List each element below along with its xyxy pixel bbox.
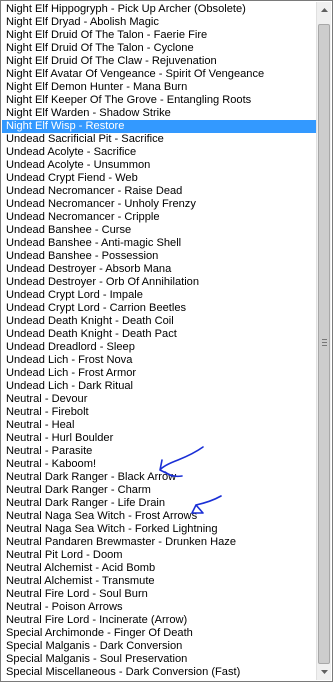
list-item[interactable]: Neutral - Hurl Boulder: [2, 432, 317, 445]
arrow-up-icon: [320, 8, 328, 12]
vertical-scrollbar[interactable]: [316, 2, 331, 680]
list-item[interactable]: Neutral - Parasite: [2, 445, 317, 458]
list-item[interactable]: Undead Acolyte - Sacrifice: [2, 146, 317, 159]
list-item[interactable]: Special Archimonde - Finger Of Death: [2, 627, 317, 640]
list-item[interactable]: Night Elf Druid Of The Talon - Faerie Fi…: [2, 29, 317, 42]
list-item[interactable]: Undead Lich - Dark Ritual: [2, 380, 317, 393]
thumb-grip: [322, 342, 327, 343]
list-item[interactable]: Undead Necromancer - Unholy Frenzy: [2, 198, 317, 211]
list-item[interactable]: Undead Sacrificial Pit - Sacrifice: [2, 133, 317, 146]
list-item[interactable]: Neutral Naga Sea Witch - Forked Lightnin…: [2, 523, 317, 536]
list-item[interactable]: Neutral Fire Lord - Incinerate (Arrow): [2, 614, 317, 627]
list-item[interactable]: Neutral - Heal: [2, 419, 317, 432]
list-item[interactable]: Night Elf Druid Of The Talon - Cyclone: [2, 42, 317, 55]
list-item[interactable]: Neutral - Kaboom!: [2, 458, 317, 471]
list-item[interactable]: Undead Banshee - Curse: [2, 224, 317, 237]
list-item[interactable]: Undead Banshee - Anti-magic Shell: [2, 237, 317, 250]
list-item[interactable]: Night Elf Druid Of The Claw - Rejuvenati…: [2, 55, 317, 68]
list-item[interactable]: Undead Lich - Frost Nova: [2, 354, 317, 367]
list-item[interactable]: Neutral Alchemist - Transmute: [2, 575, 317, 588]
ability-listbox[interactable]: Night Elf Hippogryph - Pick Up Archer (O…: [0, 0, 333, 682]
ability-list[interactable]: Night Elf Hippogryph - Pick Up Archer (O…: [2, 3, 317, 680]
list-item[interactable]: Undead Crypt Lord - Impale: [2, 289, 317, 302]
list-item[interactable]: Neutral Pit Lord - Doom: [2, 549, 317, 562]
scroll-down-button[interactable]: [317, 664, 331, 680]
list-item[interactable]: Undead Acolyte - Unsummon: [2, 159, 317, 172]
list-item[interactable]: Night Elf Keeper Of The Grove - Entangli…: [2, 94, 317, 107]
list-item[interactable]: Undead Banshee - Possession: [2, 250, 317, 263]
thumb-grip: [322, 345, 327, 346]
list-item[interactable]: Undead Dreadlord - Sleep: [2, 341, 317, 354]
thumb-grip: [322, 339, 327, 340]
list-item[interactable]: Neutral Fire Lord - Soul Burn: [2, 588, 317, 601]
scrollbar-thumb[interactable]: [318, 24, 330, 664]
list-item[interactable]: Special Malganis - Dark Conversion: [2, 640, 317, 653]
list-item[interactable]: Neutral Pandaren Brewmaster - Drunken Ha…: [2, 536, 317, 549]
list-item[interactable]: Night Elf Dryad - Abolish Magic: [2, 16, 317, 29]
list-item[interactable]: Undead Crypt Lord - Carrion Beetles: [2, 302, 317, 315]
list-item[interactable]: Night Elf Wisp - Restore: [2, 120, 317, 133]
list-item[interactable]: Neutral - Firebolt: [2, 406, 317, 419]
list-item[interactable]: Night Elf Avatar Of Vengeance - Spirit O…: [2, 68, 317, 81]
list-item[interactable]: Special Miscellaneous - Dark Conversion …: [2, 666, 317, 679]
list-item[interactable]: Undead Crypt Fiend - Web: [2, 172, 317, 185]
list-item[interactable]: Neutral Dark Ranger - Black Arrow: [2, 471, 317, 484]
list-item[interactable]: Neutral - Devour: [2, 393, 317, 406]
list-item[interactable]: Undead Death Knight - Death Pact: [2, 328, 317, 341]
list-item[interactable]: Undead Destroyer - Orb Of Annihilation: [2, 276, 317, 289]
list-item[interactable]: Neutral Naga Sea Witch - Frost Arrows: [2, 510, 317, 523]
list-item[interactable]: Neutral Dark Ranger - Life Drain: [2, 497, 317, 510]
list-item[interactable]: Neutral - Poison Arrows: [2, 601, 317, 614]
list-item[interactable]: Night Elf Warden - Shadow Strike: [2, 107, 317, 120]
list-item[interactable]: Night Elf Demon Hunter - Mana Burn: [2, 81, 317, 94]
list-item[interactable]: Neutral Alchemist - Acid Bomb: [2, 562, 317, 575]
scroll-up-button[interactable]: [317, 2, 331, 18]
list-item[interactable]: Night Elf Hippogryph - Pick Up Archer (O…: [2, 3, 317, 16]
list-item[interactable]: Special Malganis - Soul Preservation: [2, 653, 317, 666]
list-item[interactable]: Undead Necromancer - Raise Dead: [2, 185, 317, 198]
arrow-down-icon: [320, 670, 328, 674]
list-item[interactable]: Undead Death Knight - Death Coil: [2, 315, 317, 328]
list-item[interactable]: Undead Lich - Frost Armor: [2, 367, 317, 380]
list-item[interactable]: Neutral Dark Ranger - Charm: [2, 484, 317, 497]
list-item[interactable]: Undead Destroyer - Absorb Mana: [2, 263, 317, 276]
list-item[interactable]: Undead Necromancer - Cripple: [2, 211, 317, 224]
